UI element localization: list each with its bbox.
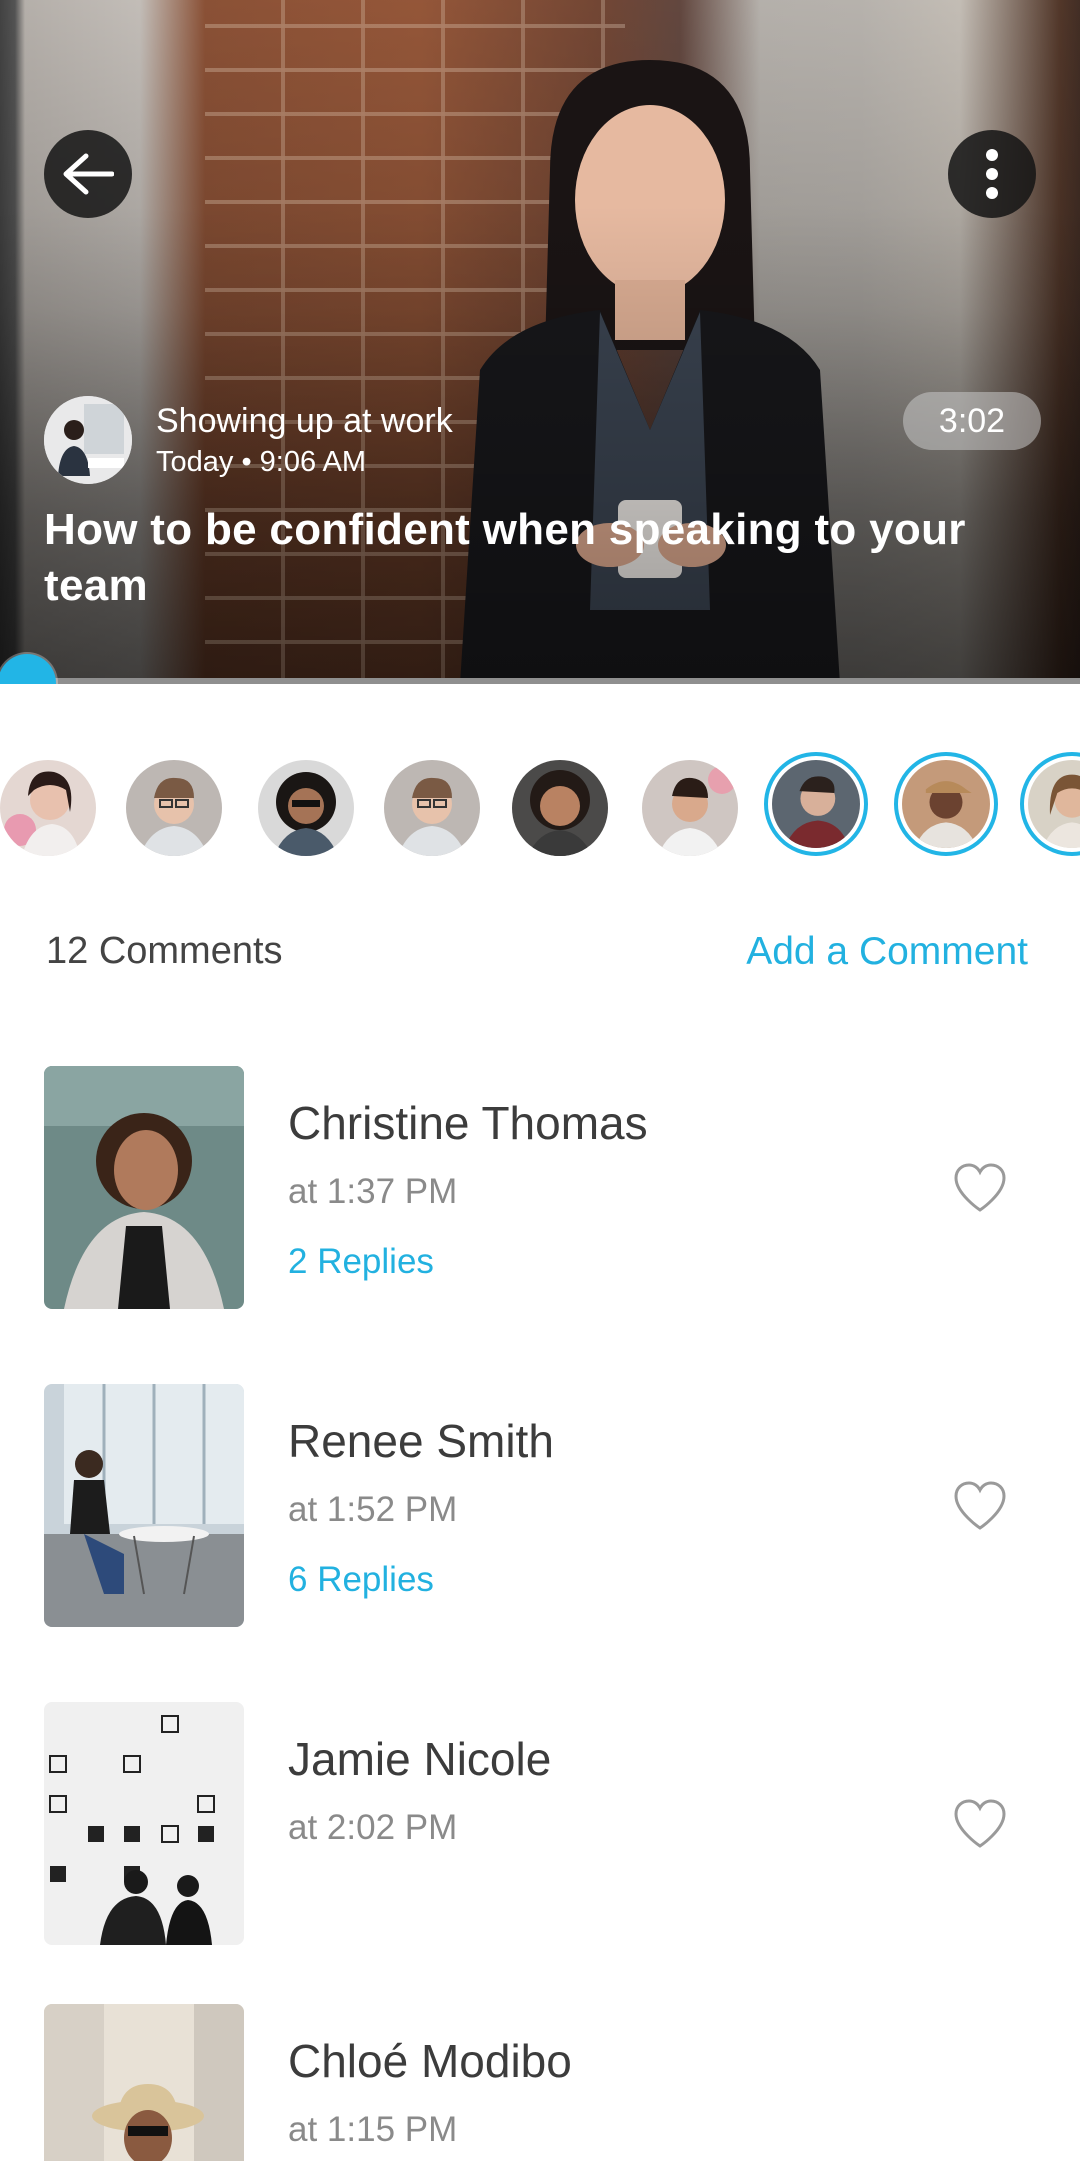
- arrow-left-icon: [63, 153, 114, 195]
- viewer-avatar-active[interactable]: [1020, 752, 1080, 856]
- comments-count: 12 Comments: [46, 930, 283, 972]
- viewer-avatar-image: [126, 760, 222, 856]
- comment-time: at 1:52 PM: [288, 1490, 458, 1529]
- commenter-name[interactable]: Renee Smith: [288, 1414, 554, 1468]
- channel-avatar[interactable]: [44, 396, 132, 484]
- viewer-avatar-active[interactable]: [764, 752, 868, 856]
- comment-item[interactable]: Chloé Modibo at 1:15 PM: [0, 2004, 1080, 2161]
- video-player[interactable]: Showing up at work Today • 9:06 AM 3:02 …: [0, 0, 1080, 684]
- commenter-photo[interactable]: [44, 1384, 244, 1627]
- comment-item[interactable]: Christine Thomas at 1:37 PM 2 Replies: [0, 1066, 1080, 1310]
- duration-badge: 3:02: [903, 392, 1041, 450]
- viewer-avatar[interactable]: [0, 760, 96, 856]
- viewer-avatar-active[interactable]: [894, 752, 998, 856]
- replies-link[interactable]: 6 Replies: [288, 1560, 434, 1600]
- viewer-avatar-image: [1028, 760, 1080, 848]
- commenter-photo-image: [44, 1702, 244, 1945]
- heart-outline-icon[interactable]: [952, 1162, 1008, 1214]
- commenter-photo-image: [44, 2004, 244, 2161]
- commenter-name[interactable]: Christine Thomas: [288, 1096, 648, 1150]
- viewer-avatar[interactable]: [384, 760, 480, 856]
- back-button[interactable]: [44, 130, 132, 218]
- viewer-avatar[interactable]: [642, 760, 738, 856]
- post-timestamp: Today • 9:06 AM: [156, 446, 367, 478]
- commenter-name[interactable]: Chloé Modibo: [288, 2034, 572, 2088]
- heart-outline-icon[interactable]: [952, 1798, 1008, 1850]
- comment-item[interactable]: Jamie Nicole at 2:02 PM: [0, 1702, 1080, 1946]
- add-comment-button[interactable]: Add a Comment: [746, 930, 1028, 974]
- commenter-photo-image: [44, 1384, 244, 1627]
- viewer-avatar-image: [384, 760, 480, 856]
- commenter-photo[interactable]: [44, 2004, 244, 2161]
- replies-link[interactable]: 2 Replies: [288, 1242, 434, 1282]
- more-options-button[interactable]: [948, 130, 1036, 218]
- heart-outline-icon[interactable]: [952, 1480, 1008, 1532]
- viewer-avatar-image: [772, 760, 860, 848]
- comment-time: at 1:37 PM: [288, 1172, 458, 1211]
- comment-time: at 1:15 PM: [288, 2110, 458, 2149]
- commenter-photo[interactable]: [44, 1702, 244, 1945]
- video-title: How to be confident when speaking to you…: [44, 505, 966, 610]
- viewer-avatar-image: [512, 760, 608, 856]
- progress-track[interactable]: [0, 678, 1080, 684]
- viewer-avatar-image: [258, 760, 354, 856]
- viewer-avatar-image: [0, 760, 96, 856]
- commenter-name[interactable]: Jamie Nicole: [288, 1732, 551, 1786]
- viewer-avatar[interactable]: [126, 760, 222, 856]
- commenter-photo-image: [44, 1066, 244, 1309]
- viewer-avatar[interactable]: [258, 760, 354, 856]
- viewer-avatar-image: [902, 760, 990, 848]
- channel-name[interactable]: Showing up at work: [156, 402, 453, 441]
- commenter-photo[interactable]: [44, 1066, 244, 1309]
- viewer-avatar-image: [642, 760, 738, 856]
- viewer-avatars-row[interactable]: [0, 752, 1080, 862]
- viewer-avatar[interactable]: [512, 760, 608, 856]
- channel-avatar-image: [44, 396, 132, 484]
- more-vertical-icon: [986, 149, 998, 199]
- comment-item[interactable]: Renee Smith at 1:52 PM 6 Replies: [0, 1384, 1080, 1628]
- comment-time: at 2:02 PM: [288, 1808, 458, 1847]
